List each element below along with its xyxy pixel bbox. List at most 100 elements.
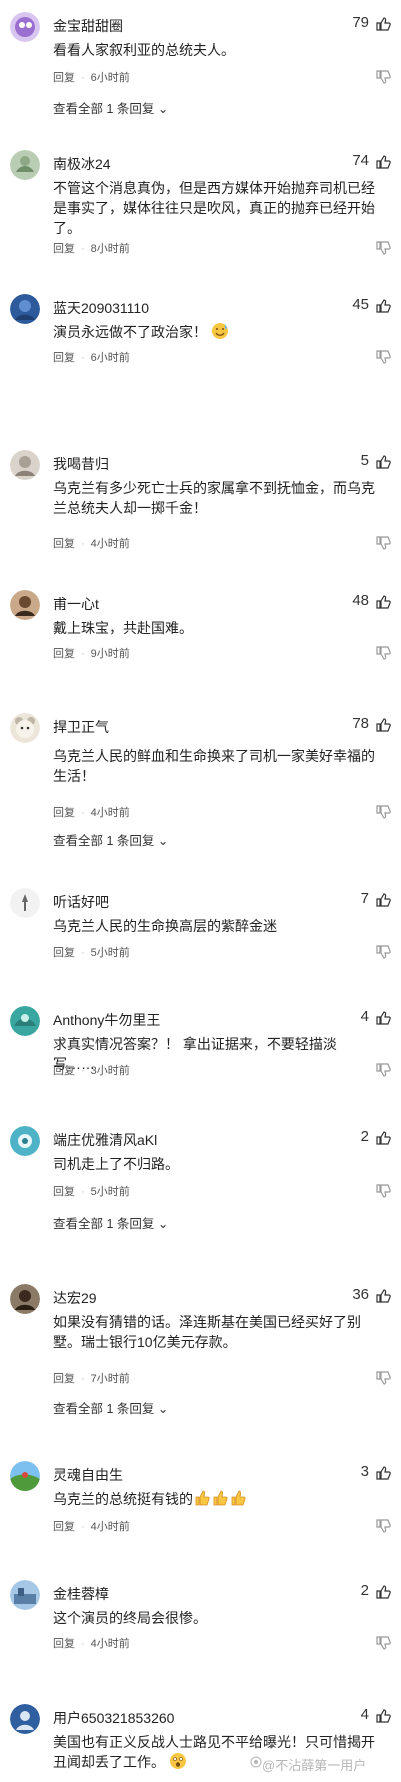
thumbs-down-icon[interactable]	[375, 1635, 391, 1651]
sweat-smile-emoji-icon	[211, 322, 229, 345]
reply-button[interactable]: 回复	[53, 1638, 75, 1650]
thumbs-up-icon[interactable]	[375, 594, 391, 610]
like-count: 5	[360, 452, 369, 469]
reply-button[interactable]: 回复	[53, 243, 75, 255]
thumbs-up-icon[interactable]	[375, 1130, 391, 1146]
thumbs-up-icon[interactable]	[375, 1010, 391, 1026]
thumbs-up-icon[interactable]	[375, 1708, 391, 1724]
reply-button[interactable]: 回复	[53, 1065, 75, 1077]
thumbs-up-icon[interactable]	[375, 454, 391, 470]
comment-text: 这个演员的终局会很惨。	[53, 1610, 207, 1626]
thumbs-up-icon[interactable]	[375, 1465, 391, 1481]
reply-button[interactable]: 回复	[53, 807, 75, 819]
comment-meta: 回复 · 5小时前	[53, 947, 130, 959]
username[interactable]: 我喝昔归	[53, 454, 109, 474]
avatar[interactable]	[10, 888, 40, 918]
view-replies-link[interactable]: 查看全部 1 条回复 ⌄	[53, 98, 168, 117]
chevron-down-icon: ⌄	[157, 834, 169, 848]
thumbs-up-icon[interactable]	[375, 154, 391, 170]
comment-time: 9小时前	[90, 648, 130, 660]
comment-time: 4小时前	[90, 1638, 130, 1650]
reply-button[interactable]: 回复	[53, 1521, 75, 1533]
thumbs-down-icon[interactable]	[375, 535, 391, 551]
username[interactable]: 灵魂自由生	[53, 1465, 123, 1485]
comment-time: 4小时前	[90, 538, 130, 550]
avatar[interactable]	[10, 150, 40, 180]
comment-item: 端庄优雅清风aKl 2 司机走上了不归路。 回复 · 5小时前 查看全部 1 条回复…	[0, 1126, 401, 1238]
comment-time: 6小时前	[90, 72, 130, 84]
comment-text: 乌克兰人民的鲜血和生命换来了司机一家美好幸福的生活！	[53, 748, 375, 784]
username[interactable]: 蓝天209031110	[53, 298, 149, 318]
thumbs-down-icon[interactable]	[375, 69, 391, 85]
thumbs-down-icon[interactable]	[375, 1370, 391, 1386]
thumbs-down-icon[interactable]	[375, 1183, 391, 1199]
username[interactable]: 听话好吧	[53, 892, 109, 912]
like-count: 78	[352, 715, 369, 732]
comment-item: 我喝昔归 5 乌克兰有多少死亡士兵的家属拿不到抚恤金，而乌克兰总统夫人却一掷千金…	[0, 450, 401, 550]
comment-item: 蓝天209031110 45 演员永远做不了政治家！ 回复 · 6小时前	[0, 294, 401, 374]
comment-text: 乌克兰的总统挺有钱的	[53, 1489, 378, 1512]
thumbs-up-icon[interactable]	[375, 717, 391, 733]
thumbs-down-icon[interactable]	[375, 804, 391, 820]
reply-button[interactable]: 回复	[53, 538, 75, 550]
reply-button[interactable]: 回复	[53, 648, 75, 660]
thumbs-up-icon[interactable]	[375, 1288, 391, 1304]
avatar[interactable]	[10, 294, 40, 324]
chevron-down-icon: ⌄	[157, 1217, 169, 1231]
comment-text: 演员永远做不了政治家！	[53, 322, 378, 345]
view-replies-link[interactable]: 查看全部 1 条回复 ⌄	[53, 830, 168, 849]
like-count: 7	[360, 890, 369, 907]
avatar[interactable]	[10, 713, 40, 743]
like-count: 45	[352, 296, 369, 313]
reply-button[interactable]: 回复	[53, 72, 75, 84]
thumbs-down-icon[interactable]	[375, 1518, 391, 1534]
avatar[interactable]	[10, 1006, 40, 1036]
thumbs-up-icon[interactable]	[375, 16, 391, 32]
avatar[interactable]	[10, 1461, 40, 1491]
like-count: 79	[352, 14, 369, 31]
comment-text: 不管这个消息真伪，但是西方媒体开始抛弃司机已经是事实了，媒体往往只是吹风，真正的…	[53, 180, 375, 236]
username[interactable]: 用户650321853260	[53, 1708, 174, 1728]
username[interactable]: 甫一心t	[53, 594, 99, 614]
comment-meta: 回复 · 6小时前	[53, 72, 130, 84]
username[interactable]: 南极冰24	[53, 154, 111, 174]
username[interactable]: 捍卫正气	[53, 717, 109, 737]
avatar[interactable]	[10, 450, 40, 480]
avatar[interactable]	[10, 12, 40, 42]
thumbs-down-icon[interactable]	[375, 240, 391, 256]
reply-button[interactable]: 回复	[53, 352, 75, 364]
comment-meta: 回复 · 9小时前	[53, 648, 130, 660]
thumbs-down-icon[interactable]	[375, 645, 391, 661]
reply-button[interactable]: 回复	[53, 1373, 75, 1385]
thumbs-up-icon[interactable]	[375, 1584, 391, 1600]
reply-button[interactable]: 回复	[53, 947, 75, 959]
avatar[interactable]	[10, 1704, 40, 1734]
view-replies-link[interactable]: 查看全部 1 条回复 ⌄	[53, 1213, 168, 1232]
chevron-down-icon: ⌄	[157, 102, 169, 116]
reply-button[interactable]: 回复	[53, 1186, 75, 1198]
username[interactable]: Anthony牛勿里王	[53, 1010, 160, 1030]
comment-time: 8小时前	[90, 243, 130, 255]
username[interactable]: 端庄优雅清风aKl	[53, 1130, 157, 1150]
comment-item: 金宝甜甜圈 79 看看人家叙利亚的总统夫人。 回复 · 6小时前 查看全部 1 条回…	[0, 12, 401, 124]
view-replies-link[interactable]: 查看全部 1 条回复 ⌄	[53, 1398, 168, 1417]
comment-item: 捍卫正气 78 乌克兰人民的鲜血和生命换来了司机一家美好幸福的生活！ 回复 · 4小…	[0, 713, 401, 853]
thumbs-down-icon[interactable]	[375, 944, 391, 960]
username[interactable]: 达宏29	[53, 1288, 97, 1308]
thumbs-down-icon[interactable]	[375, 1062, 391, 1078]
thumbs-up-icon[interactable]	[375, 892, 391, 908]
thumbs-up-icon[interactable]	[375, 298, 391, 314]
username[interactable]: 金桂蓉樟	[53, 1584, 109, 1604]
avatar[interactable]	[10, 590, 40, 620]
comment-item: 灵魂自由生 3 乌克兰的总统挺有钱的 回复 · 4小时前	[0, 1461, 401, 1541]
thumbs-down-icon[interactable]	[375, 349, 391, 365]
avatar[interactable]	[10, 1284, 40, 1314]
avatar[interactable]	[10, 1580, 40, 1610]
username[interactable]: 金宝甜甜圈	[53, 16, 123, 36]
comment-meta: 回复 · 4小时前	[53, 538, 130, 550]
comment-meta: 回复 · 6小时前	[53, 352, 130, 364]
thumbs-up-emoji-icon	[211, 1489, 229, 1512]
comment-meta: 回复 · 8小时前	[53, 243, 130, 255]
avatar[interactable]	[10, 1126, 40, 1156]
chevron-down-icon: ⌄	[157, 1402, 169, 1416]
